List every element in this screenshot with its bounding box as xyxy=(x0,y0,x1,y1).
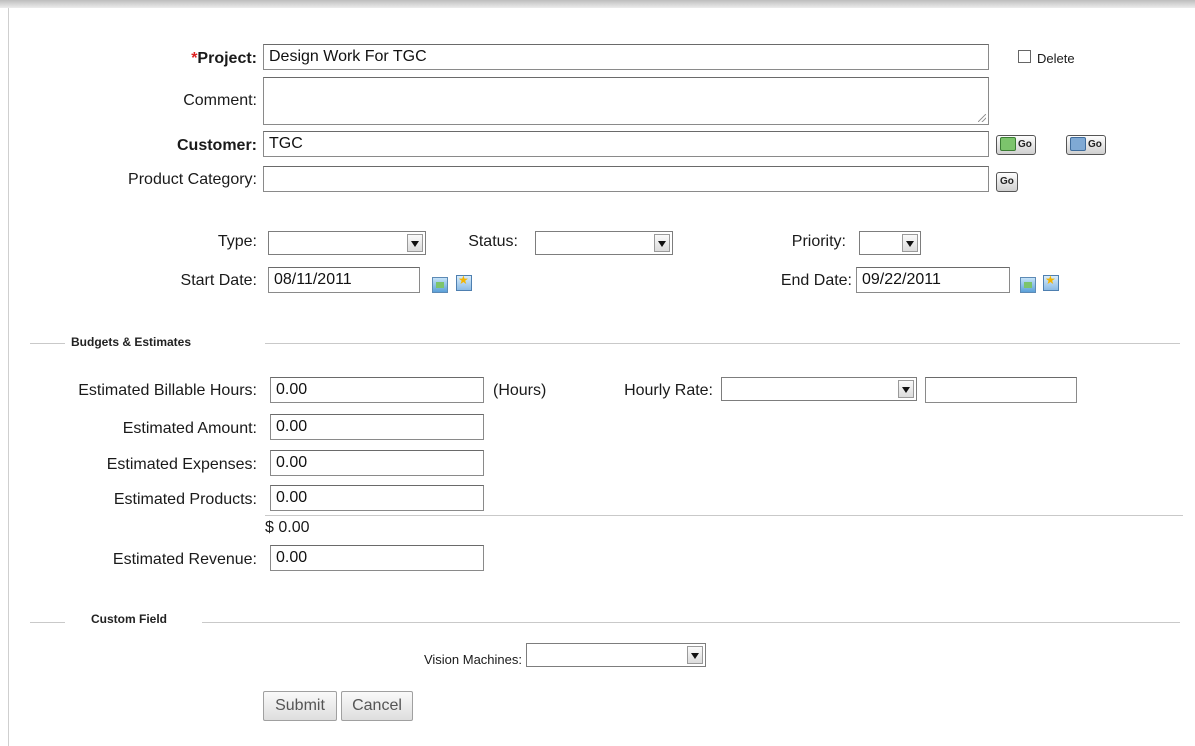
estimated-expenses-input[interactable]: 0.00 xyxy=(270,450,484,476)
estimated-total-value: $ 0.00 xyxy=(265,519,310,536)
dropdown-arrow-icon xyxy=(407,234,423,252)
contact-lookup-button[interactable]: Go xyxy=(1066,135,1106,155)
custom-field-section-title: Custom Field xyxy=(91,612,168,626)
customer-lookup-button[interactable]: Go xyxy=(996,135,1036,155)
date-picker-icon[interactable] xyxy=(1043,273,1059,291)
end-date-label: End Date: xyxy=(780,272,852,289)
section-divider xyxy=(30,343,65,344)
estimated-expenses-label: Estimated Expenses: xyxy=(106,456,257,473)
customer-input[interactable]: TGC xyxy=(263,131,989,157)
start-date-label: Start Date: xyxy=(180,272,257,289)
priority-label: Priority: xyxy=(791,233,846,250)
customer-lookup-icon xyxy=(1000,137,1016,152)
product-category-label: Product Category: xyxy=(128,171,257,188)
priority-select[interactable] xyxy=(859,231,921,255)
dropdown-arrow-icon xyxy=(687,646,703,664)
project-label: *Project: xyxy=(191,50,257,68)
product-category-input[interactable] xyxy=(263,166,989,192)
dropdown-arrow-icon xyxy=(902,234,918,252)
estimated-amount-input[interactable]: 0.00 xyxy=(270,414,484,440)
end-date-input[interactable]: 09/22/2011 xyxy=(856,267,1010,293)
start-date-input[interactable]: 08/11/2011 xyxy=(268,267,420,293)
budgets-section-title: Budgets & Estimates xyxy=(71,335,192,349)
estimated-products-input[interactable]: 0.00 xyxy=(270,485,484,511)
status-select[interactable] xyxy=(535,231,673,255)
top-border xyxy=(0,0,1195,8)
dropdown-arrow-icon xyxy=(654,234,670,252)
contact-lookup-icon xyxy=(1070,137,1086,152)
hourly-rate-select[interactable] xyxy=(721,377,917,401)
type-select[interactable] xyxy=(268,231,426,255)
comment-label: Comment: xyxy=(183,92,257,109)
estimated-revenue-label: Estimated Revenue: xyxy=(112,551,257,568)
contact-go-label: Go xyxy=(1088,139,1102,150)
section-divider xyxy=(30,622,65,623)
estimated-revenue-input[interactable]: 0.00 xyxy=(270,545,484,571)
project-label-text: Project: xyxy=(197,50,257,67)
left-border xyxy=(8,8,9,746)
section-divider xyxy=(202,622,1180,623)
calendar-icon[interactable] xyxy=(1020,277,1036,293)
status-label: Status: xyxy=(468,233,518,250)
delete-checkbox[interactable] xyxy=(1018,50,1031,63)
project-input[interactable]: Design Work For TGC xyxy=(263,44,989,70)
hourly-rate-label: Hourly Rate: xyxy=(624,382,713,399)
hourly-rate-input[interactable] xyxy=(925,377,1077,403)
estimated-amount-label: Estimated Amount: xyxy=(122,420,257,437)
total-divider xyxy=(265,515,1183,516)
vision-machines-label: Vision Machines: xyxy=(423,652,522,667)
type-label: Type: xyxy=(217,233,257,250)
customer-label: Customer: xyxy=(176,137,257,154)
resize-grip-icon[interactable] xyxy=(978,114,986,122)
section-divider xyxy=(265,343,1180,344)
dropdown-arrow-icon xyxy=(898,380,914,398)
billable-hours-input[interactable]: 0.00 xyxy=(270,377,484,403)
estimated-products-label: Estimated Products: xyxy=(113,491,257,508)
date-picker-icon[interactable] xyxy=(456,273,472,291)
customer-go-label: Go xyxy=(1018,139,1032,150)
billable-hours-label: Estimated Billable Hours: xyxy=(78,382,257,399)
vision-machines-select[interactable] xyxy=(526,643,706,667)
submit-button[interactable]: Submit xyxy=(263,691,337,721)
cancel-button[interactable]: Cancel xyxy=(341,691,413,721)
delete-label: Delete xyxy=(1037,51,1075,66)
product-category-go-button[interactable]: Go xyxy=(996,172,1018,192)
hours-unit-label: (Hours) xyxy=(493,382,547,399)
calendar-icon[interactable] xyxy=(432,277,448,293)
comment-textarea[interactable] xyxy=(263,77,989,125)
